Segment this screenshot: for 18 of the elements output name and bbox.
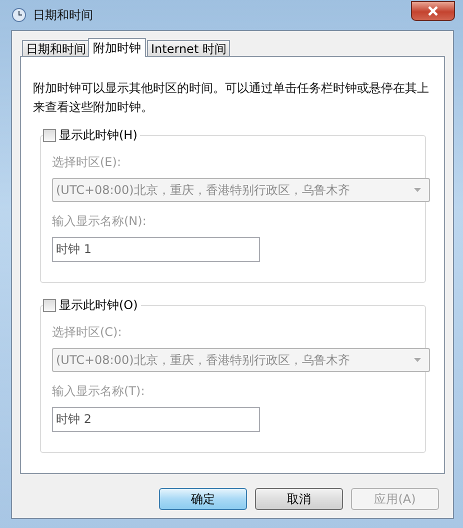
show-clock-checkbox[interactable]: 显示此时钟(H) xyxy=(43,127,140,144)
description-text: 附加时钟可以显示其他时区的时间。可以通过单击任务栏时钟或悬停在其上来查看这些附加时钟。 xyxy=(33,80,430,116)
show-clock-checkbox[interactable]: 显示此时钟(O) xyxy=(43,297,141,314)
dialog-button[interactable]: 确定 xyxy=(159,488,247,510)
tab[interactable]: 日期和时间 xyxy=(22,40,90,56)
field-label: 输入显示名称(T): xyxy=(52,383,145,400)
tab[interactable]: Internet 时间 xyxy=(147,40,230,56)
close-button[interactable] xyxy=(411,1,455,21)
clock-icon xyxy=(11,7,27,23)
window-title: 日期和时间 xyxy=(33,6,93,24)
field-label: 选择时区(E): xyxy=(52,154,121,171)
dialog-button[interactable]: 取消 xyxy=(255,488,343,510)
close-icon xyxy=(426,5,440,17)
field-label: 输入显示名称(N): xyxy=(52,213,146,230)
tab[interactable]: 附加时钟 xyxy=(88,38,146,57)
dropdown-arrow-icon xyxy=(414,188,421,192)
dropdown-arrow-icon xyxy=(414,358,421,362)
field-label: 选择时区(C): xyxy=(52,324,122,341)
